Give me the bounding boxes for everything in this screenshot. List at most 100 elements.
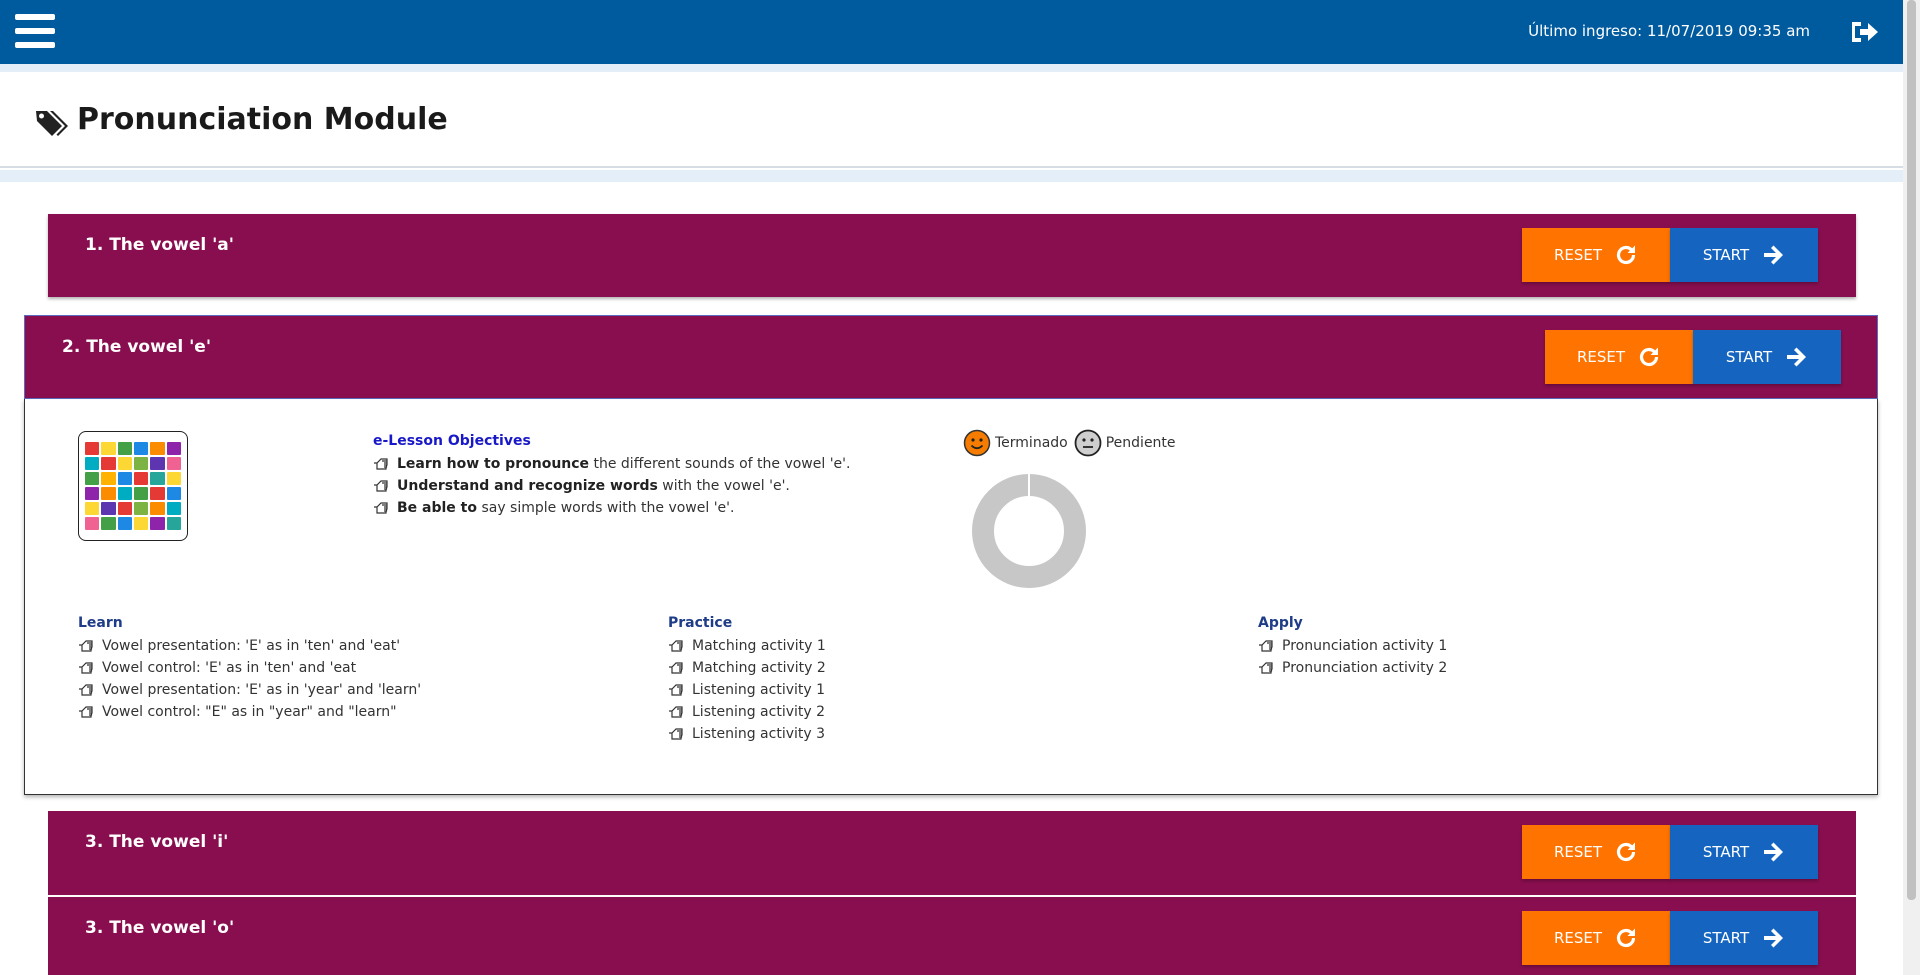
learn-item-label: Vowel control: "E" as in "year" and "lea… (102, 704, 397, 720)
legend-pending-label: Pendiente (1105, 435, 1176, 451)
learn-title: Learn (78, 615, 123, 631)
module-row-expanded[interactable]: 2. The vowel 'e' RESET START (24, 315, 1878, 399)
hand-point-right-icon (374, 480, 388, 492)
page-header: Pronunciation Module (0, 72, 1903, 168)
learn-item[interactable]: Vowel control: 'E' as in 'ten' and 'eat (78, 657, 498, 679)
arrow-right-icon (1764, 245, 1784, 265)
lesson-details-panel: e-Lesson Objectives Learn how to pronoun… (24, 399, 1878, 795)
hand-point-right-icon (669, 640, 683, 652)
reset-button[interactable]: RESET (1522, 825, 1670, 879)
learn-item[interactable]: Vowel presentation: 'E' as in 'year' and… (78, 679, 498, 701)
reset-button[interactable]: RESET (1522, 911, 1670, 965)
reset-label: RESET (1553, 246, 1603, 264)
practice-title: Practice (668, 615, 733, 631)
practice-item[interactable]: Matching activity 1 (668, 635, 1088, 657)
start-label: START (1702, 929, 1750, 947)
hamburger-menu-icon[interactable] (15, 14, 55, 49)
start-label: START (1702, 246, 1750, 264)
learn-item-label: Vowel presentation: 'E' as in 'year' and… (102, 682, 422, 698)
learn-item-label: Vowel presentation: 'E' as in 'ten' and … (102, 638, 401, 654)
refresh-icon (1616, 245, 1636, 265)
reset-label: RESET (1553, 843, 1603, 861)
refresh-icon (1616, 928, 1636, 948)
last-login-text: Último ingreso: 11/07/2019 09:35 am (1528, 22, 1810, 40)
refresh-icon (1616, 842, 1636, 862)
apply-item[interactable]: Pronunciation activity 1 (1258, 635, 1678, 657)
objective-text: with the vowel 'e'. (657, 478, 790, 494)
progress-legend: Terminado Pendiente (963, 429, 1182, 457)
learn-column: Learn Vowel presentation: 'E' as in 'ten… (78, 615, 498, 723)
module-title: 3. The vowel 'o' (85, 918, 235, 938)
practice-item-label: Listening activity 2 (692, 704, 826, 720)
hand-point-right-icon (79, 640, 93, 652)
top-navbar: Último ingreso: 11/07/2019 09:35 am (0, 0, 1903, 64)
apply-title: Apply (1258, 615, 1303, 631)
hand-point-right-icon (1259, 640, 1273, 652)
practice-item-label: Matching activity 2 (692, 660, 826, 676)
start-label: START (1702, 843, 1750, 861)
hand-point-right-icon (79, 706, 93, 718)
hand-point-right-icon (669, 662, 683, 674)
reset-label: RESET (1576, 348, 1626, 366)
start-button[interactable]: START (1693, 330, 1841, 384)
objective-bold: Learn how to pronounce (397, 456, 590, 472)
neutral-face-icon (1074, 429, 1102, 457)
practice-column: Practice Matching activity 1 Matching ac… (668, 615, 1088, 745)
objective-text: say simple words with the vowel 'e'. (477, 500, 735, 516)
start-button[interactable]: START (1670, 228, 1818, 282)
learn-item[interactable]: Vowel presentation: 'E' as in 'ten' and … (78, 635, 498, 657)
smile-icon (963, 429, 991, 457)
apply-item-label: Pronunciation activity 1 (1282, 638, 1448, 654)
arrow-right-icon (1787, 347, 1807, 367)
sign-out-icon[interactable] (1849, 18, 1879, 46)
hand-point-right-icon (79, 684, 93, 696)
learn-item-label: Vowel control: 'E' as in 'ten' and 'eat (102, 660, 357, 676)
hand-point-right-icon (374, 502, 388, 514)
start-button[interactable]: START (1670, 911, 1818, 965)
practice-item[interactable]: Listening activity 3 (668, 723, 1088, 745)
practice-item-label: Matching activity 1 (692, 638, 826, 654)
module-title: 2. The vowel 'e' (62, 337, 212, 357)
apply-item-label: Pronunciation activity 2 (1282, 660, 1448, 676)
apply-item[interactable]: Pronunciation activity 2 (1258, 657, 1678, 679)
practice-item-label: Listening activity 3 (692, 726, 826, 742)
legend-done-label: Terminado (995, 435, 1068, 451)
learn-item[interactable]: Vowel control: "E" as in "year" and "lea… (78, 701, 498, 723)
practice-item[interactable]: Matching activity 2 (668, 657, 1088, 679)
objective-item: Learn how to pronounce the different sou… (373, 453, 893, 475)
donut-pending-ring (972, 474, 1086, 588)
practice-item[interactable]: Listening activity 2 (668, 701, 1088, 723)
page-title: Pronunciation Module (77, 102, 448, 137)
objective-item: Be able to say simple words with the vow… (373, 497, 893, 519)
practice-item[interactable]: Listening activity 1 (668, 679, 1088, 701)
hand-point-right-icon (669, 706, 683, 718)
header-strip (0, 64, 1903, 72)
reset-label: RESET (1553, 929, 1603, 947)
objectives-title: e-Lesson Objectives (373, 433, 531, 449)
module-row[interactable]: 3. The vowel 'o' RESET START (48, 897, 1856, 975)
module-row[interactable]: 1. The vowel 'a' RESET START (48, 214, 1856, 297)
arrow-right-icon (1764, 928, 1784, 948)
arrow-right-icon (1764, 842, 1784, 862)
module-title: 3. The vowel 'i' (85, 832, 229, 852)
alphabet-blocks-image (78, 431, 188, 541)
module-row[interactable]: 3. The vowel 'i' RESET START (48, 811, 1856, 895)
reset-button[interactable]: RESET (1522, 228, 1670, 282)
hand-point-right-icon (1259, 662, 1273, 674)
apply-column: Apply Pronunciation activity 1 Pronuncia… (1258, 615, 1678, 679)
vertical-scrollbar[interactable] (1903, 0, 1920, 975)
hand-point-right-icon (669, 684, 683, 696)
reset-button[interactable]: RESET (1545, 330, 1693, 384)
content-strip (0, 170, 1903, 182)
start-button[interactable]: START (1670, 825, 1818, 879)
objective-text: the different sounds of the vowel 'e'. (589, 456, 851, 472)
objective-bold: Understand and recognize words (397, 478, 658, 494)
hand-point-right-icon (79, 662, 93, 674)
hand-point-right-icon (669, 728, 683, 740)
refresh-icon (1639, 347, 1659, 367)
objective-item: Understand and recognize words with the … (373, 475, 893, 497)
progress-donut-chart (972, 474, 1086, 588)
tags-icon (36, 111, 68, 136)
objective-bold: Be able to (397, 500, 477, 516)
scrollbar-thumb[interactable] (1907, 0, 1916, 900)
